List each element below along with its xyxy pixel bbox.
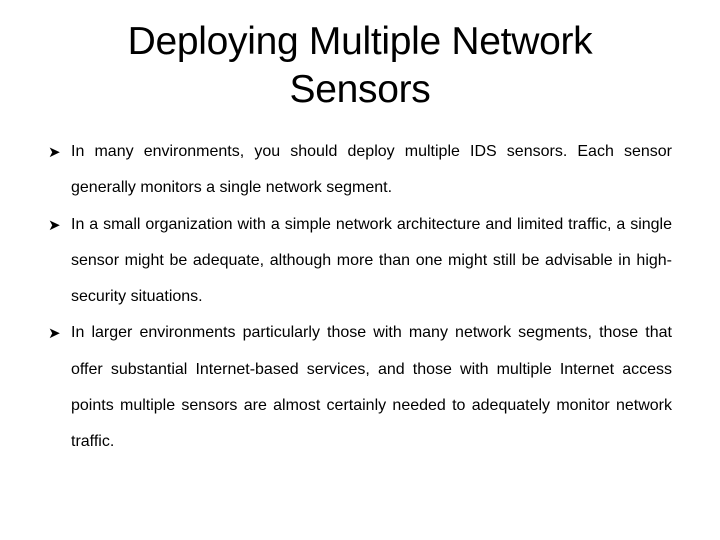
bullet-text: In many environments, you should deploy … xyxy=(71,143,672,197)
arrow-bullet-icon: ➤ xyxy=(48,325,61,343)
bullet-item: ➤ In larger environments particularly th… xyxy=(48,315,672,460)
bullet-item: ➤ In many environments, you should deplo… xyxy=(48,134,672,207)
arrow-bullet-icon: ➤ xyxy=(48,144,61,161)
arrow-bullet-icon: ➤ xyxy=(48,216,61,234)
bullet-item: ➤ In a small organization with a simple … xyxy=(48,207,672,316)
bullet-text: In a small organization with a simple ne… xyxy=(71,215,672,306)
bullet-list: ➤ In many environments, you should deplo… xyxy=(48,134,672,461)
bullet-text: In larger environments particularly thos… xyxy=(71,324,672,451)
slide-title: Deploying Multiple Network Sensors xyxy=(127,20,593,111)
